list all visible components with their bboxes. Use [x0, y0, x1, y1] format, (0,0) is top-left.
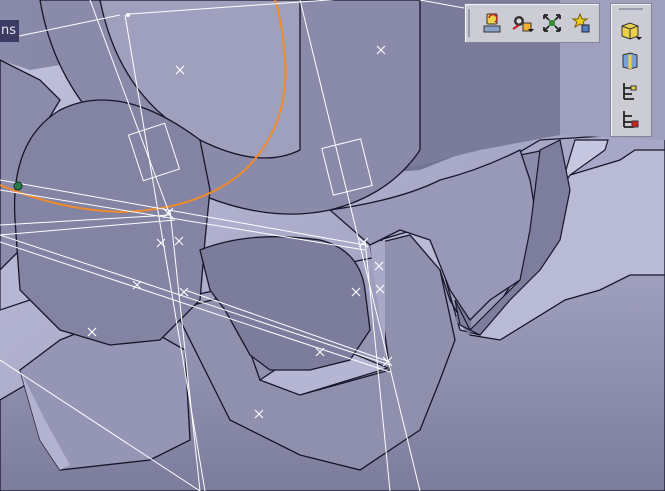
cad-scene[interactable] — [0, 0, 665, 491]
hide-show-button[interactable] — [509, 10, 535, 36]
3d-viewport[interactable] — [0, 0, 665, 491]
viewer-partial-label: ns — [0, 20, 20, 42]
specification-tree-icon — [623, 83, 637, 100]
tree-expand-button[interactable] — [617, 106, 643, 132]
specification-tree-button[interactable] — [617, 78, 643, 104]
geometrical-set-button[interactable] — [617, 48, 643, 74]
tree-toolbar[interactable] — [610, 3, 652, 137]
fit-all-in-icon — [543, 14, 561, 32]
tree-expand-icon — [623, 111, 639, 128]
fly-mode-button[interactable] — [567, 10, 593, 36]
hide-show-icon — [512, 16, 532, 32]
view-toolbar[interactable] — [464, 3, 600, 43]
swap-visible-space-icon — [483, 13, 501, 33]
swap-visible-space-button[interactable] — [479, 10, 505, 36]
fit-all-in-button[interactable] — [539, 10, 565, 36]
part-body-icon — [621, 22, 639, 40]
fly-mode-icon — [571, 12, 590, 33]
geometrical-set-icon — [622, 52, 638, 70]
part-body-button[interactable] — [617, 18, 643, 44]
